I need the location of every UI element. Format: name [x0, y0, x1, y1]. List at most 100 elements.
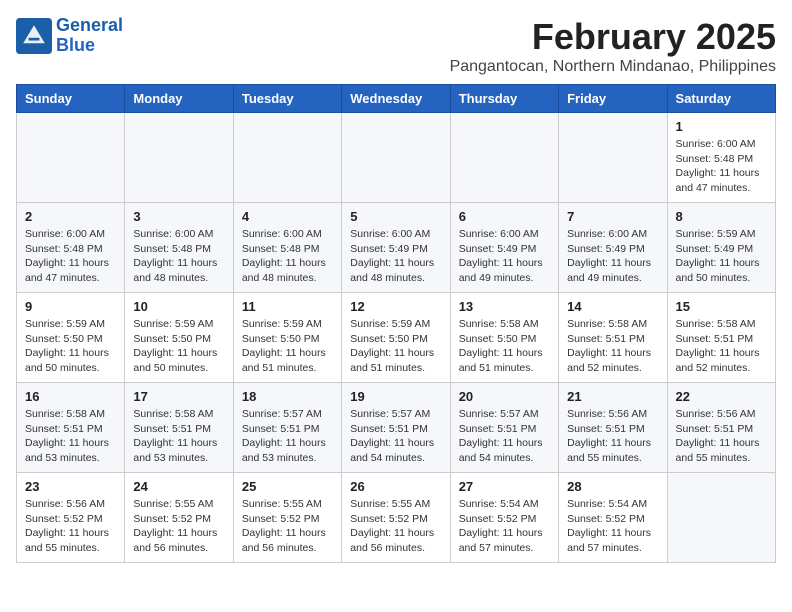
calendar-cell: 15 Sunrise: 5:58 AMSunset: 5:51 PMDayligh…	[667, 293, 775, 383]
day-number: 25	[242, 479, 333, 494]
calendar-cell	[667, 473, 775, 563]
day-info: Sunrise: 6:00 AMSunset: 5:48 PMDaylight:…	[25, 227, 116, 286]
calendar-cell: 24 Sunrise: 5:55 AMSunset: 5:52 PMDayligh…	[125, 473, 233, 563]
day-number: 23	[25, 479, 116, 494]
calendar-cell: 7 Sunrise: 6:00 AMSunset: 5:49 PMDaylight…	[559, 203, 667, 293]
weekday-header-friday: Friday	[559, 85, 667, 113]
day-info: Sunrise: 5:59 AMSunset: 5:50 PMDaylight:…	[242, 317, 333, 376]
day-info: Sunrise: 5:55 AMSunset: 5:52 PMDaylight:…	[133, 497, 224, 556]
day-info: Sunrise: 5:59 AMSunset: 5:49 PMDaylight:…	[676, 227, 767, 286]
day-info: Sunrise: 5:56 AMSunset: 5:51 PMDaylight:…	[567, 407, 658, 466]
header: General Blue February 2025 Pangantocan, …	[16, 16, 776, 76]
calendar-cell: 22 Sunrise: 5:56 AMSunset: 5:51 PMDayligh…	[667, 383, 775, 473]
day-info: Sunrise: 6:00 AMSunset: 5:48 PMDaylight:…	[133, 227, 224, 286]
weekday-header-saturday: Saturday	[667, 85, 775, 113]
calendar-cell: 18 Sunrise: 5:57 AMSunset: 5:51 PMDayligh…	[233, 383, 341, 473]
calendar-cell	[450, 113, 558, 203]
title-section: February 2025 Pangantocan, Northern Mind…	[450, 16, 776, 76]
week-row-0: 1 Sunrise: 6:00 AMSunset: 5:48 PMDaylight…	[17, 113, 776, 203]
day-info: Sunrise: 6:00 AMSunset: 5:49 PMDaylight:…	[567, 227, 658, 286]
calendar-cell: 23 Sunrise: 5:56 AMSunset: 5:52 PMDayligh…	[17, 473, 125, 563]
logo-icon	[16, 18, 52, 54]
day-number: 15	[676, 299, 767, 314]
calendar-cell: 14Sunrise: 5:58 AMSunset: 5:51 PMDayligh…	[559, 293, 667, 383]
day-info: Sunrise: 6:00 AMSunset: 5:49 PMDaylight:…	[459, 227, 550, 286]
calendar-cell: 13 Sunrise: 5:58 AMSunset: 5:50 PMDayligh…	[450, 293, 558, 383]
day-number: 17	[133, 389, 224, 404]
day-number: 26	[350, 479, 441, 494]
day-number: 22	[676, 389, 767, 404]
day-number: 9	[25, 299, 116, 314]
calendar-cell	[125, 113, 233, 203]
day-info: Sunrise: 6:00 AMSunset: 5:49 PMDaylight:…	[350, 227, 441, 286]
day-number: 28	[567, 479, 658, 494]
day-number: 4	[242, 209, 333, 224]
day-info: Sunrise: 5:58 AMSunset: 5:51 PMDaylight:…	[25, 407, 116, 466]
month-title: February 2025	[450, 16, 776, 58]
day-info: Sunrise: 5:58 AMSunset: 5:51 PMDaylight:…	[676, 317, 767, 376]
day-info: Sunrise: 5:55 AMSunset: 5:52 PMDaylight:…	[242, 497, 333, 556]
day-number: 16	[25, 389, 116, 404]
day-number: 8	[676, 209, 767, 224]
calendar-cell: 3 Sunrise: 6:00 AMSunset: 5:48 PMDaylight…	[125, 203, 233, 293]
week-row-3: 16 Sunrise: 5:58 AMSunset: 5:51 PMDayligh…	[17, 383, 776, 473]
calendar-table: SundayMondayTuesdayWednesdayThursdayFrid…	[16, 84, 776, 563]
day-number: 12	[350, 299, 441, 314]
calendar-cell: 16 Sunrise: 5:58 AMSunset: 5:51 PMDayligh…	[17, 383, 125, 473]
day-number: 18	[242, 389, 333, 404]
calendar-cell	[233, 113, 341, 203]
day-number: 2	[25, 209, 116, 224]
calendar-cell: 28Sunrise: 5:54 AMSunset: 5:52 PMDayligh…	[559, 473, 667, 563]
day-info: Sunrise: 5:56 AMSunset: 5:52 PMDaylight:…	[25, 497, 116, 556]
weekday-header-wednesday: Wednesday	[342, 85, 450, 113]
calendar-cell: 4 Sunrise: 6:00 AMSunset: 5:48 PMDaylight…	[233, 203, 341, 293]
calendar-cell: 17Sunrise: 5:58 AMSunset: 5:51 PMDayligh…	[125, 383, 233, 473]
day-number: 19	[350, 389, 441, 404]
day-info: Sunrise: 6:00 AMSunset: 5:48 PMDaylight:…	[676, 137, 767, 196]
day-number: 13	[459, 299, 550, 314]
day-info: Sunrise: 5:58 AMSunset: 5:50 PMDaylight:…	[459, 317, 550, 376]
weekday-header-tuesday: Tuesday	[233, 85, 341, 113]
day-number: 7	[567, 209, 658, 224]
day-info: Sunrise: 5:57 AMSunset: 5:51 PMDaylight:…	[350, 407, 441, 466]
day-info: Sunrise: 5:59 AMSunset: 5:50 PMDaylight:…	[133, 317, 224, 376]
calendar-cell	[559, 113, 667, 203]
day-info: Sunrise: 5:57 AMSunset: 5:51 PMDaylight:…	[242, 407, 333, 466]
calendar-cell: 10 Sunrise: 5:59 AMSunset: 5:50 PMDayligh…	[125, 293, 233, 383]
day-number: 11	[242, 299, 333, 314]
calendar-cell: 8 Sunrise: 5:59 AMSunset: 5:49 PMDaylight…	[667, 203, 775, 293]
day-number: 1	[676, 119, 767, 134]
week-row-1: 2 Sunrise: 6:00 AMSunset: 5:48 PMDaylight…	[17, 203, 776, 293]
day-number: 5	[350, 209, 441, 224]
calendar-cell: 27 Sunrise: 5:54 AMSunset: 5:52 PMDayligh…	[450, 473, 558, 563]
location-title: Pangantocan, Northern Mindanao, Philippi…	[450, 58, 776, 76]
calendar-cell: 1 Sunrise: 6:00 AMSunset: 5:48 PMDaylight…	[667, 113, 775, 203]
day-info: Sunrise: 5:57 AMSunset: 5:51 PMDaylight:…	[459, 407, 550, 466]
calendar-cell: 21 Sunrise: 5:56 AMSunset: 5:51 PMDayligh…	[559, 383, 667, 473]
calendar-cell: 20 Sunrise: 5:57 AMSunset: 5:51 PMDayligh…	[450, 383, 558, 473]
day-info: Sunrise: 5:55 AMSunset: 5:52 PMDaylight:…	[350, 497, 441, 556]
weekday-header-row: SundayMondayTuesdayWednesdayThursdayFrid…	[17, 85, 776, 113]
weekday-header-sunday: Sunday	[17, 85, 125, 113]
day-number: 27	[459, 479, 550, 494]
logo-text: General Blue	[56, 16, 123, 56]
day-info: Sunrise: 5:59 AMSunset: 5:50 PMDaylight:…	[25, 317, 116, 376]
day-info: Sunrise: 5:56 AMSunset: 5:51 PMDaylight:…	[676, 407, 767, 466]
day-number: 14	[567, 299, 658, 314]
day-number: 3	[133, 209, 224, 224]
calendar-cell	[17, 113, 125, 203]
day-number: 20	[459, 389, 550, 404]
day-info: Sunrise: 5:54 AMSunset: 5:52 PMDaylight:…	[459, 497, 550, 556]
logo: General Blue	[16, 16, 123, 56]
day-info: Sunrise: 5:59 AMSunset: 5:50 PMDaylight:…	[350, 317, 441, 376]
calendar-cell: 9 Sunrise: 5:59 AMSunset: 5:50 PMDaylight…	[17, 293, 125, 383]
day-number: 6	[459, 209, 550, 224]
calendar-cell: 2 Sunrise: 6:00 AMSunset: 5:48 PMDaylight…	[17, 203, 125, 293]
week-row-4: 23 Sunrise: 5:56 AMSunset: 5:52 PMDayligh…	[17, 473, 776, 563]
calendar-cell	[342, 113, 450, 203]
day-number: 21	[567, 389, 658, 404]
day-number: 10	[133, 299, 224, 314]
day-info: Sunrise: 6:00 AMSunset: 5:48 PMDaylight:…	[242, 227, 333, 286]
day-number: 24	[133, 479, 224, 494]
calendar-cell: 5 Sunrise: 6:00 AMSunset: 5:49 PMDaylight…	[342, 203, 450, 293]
